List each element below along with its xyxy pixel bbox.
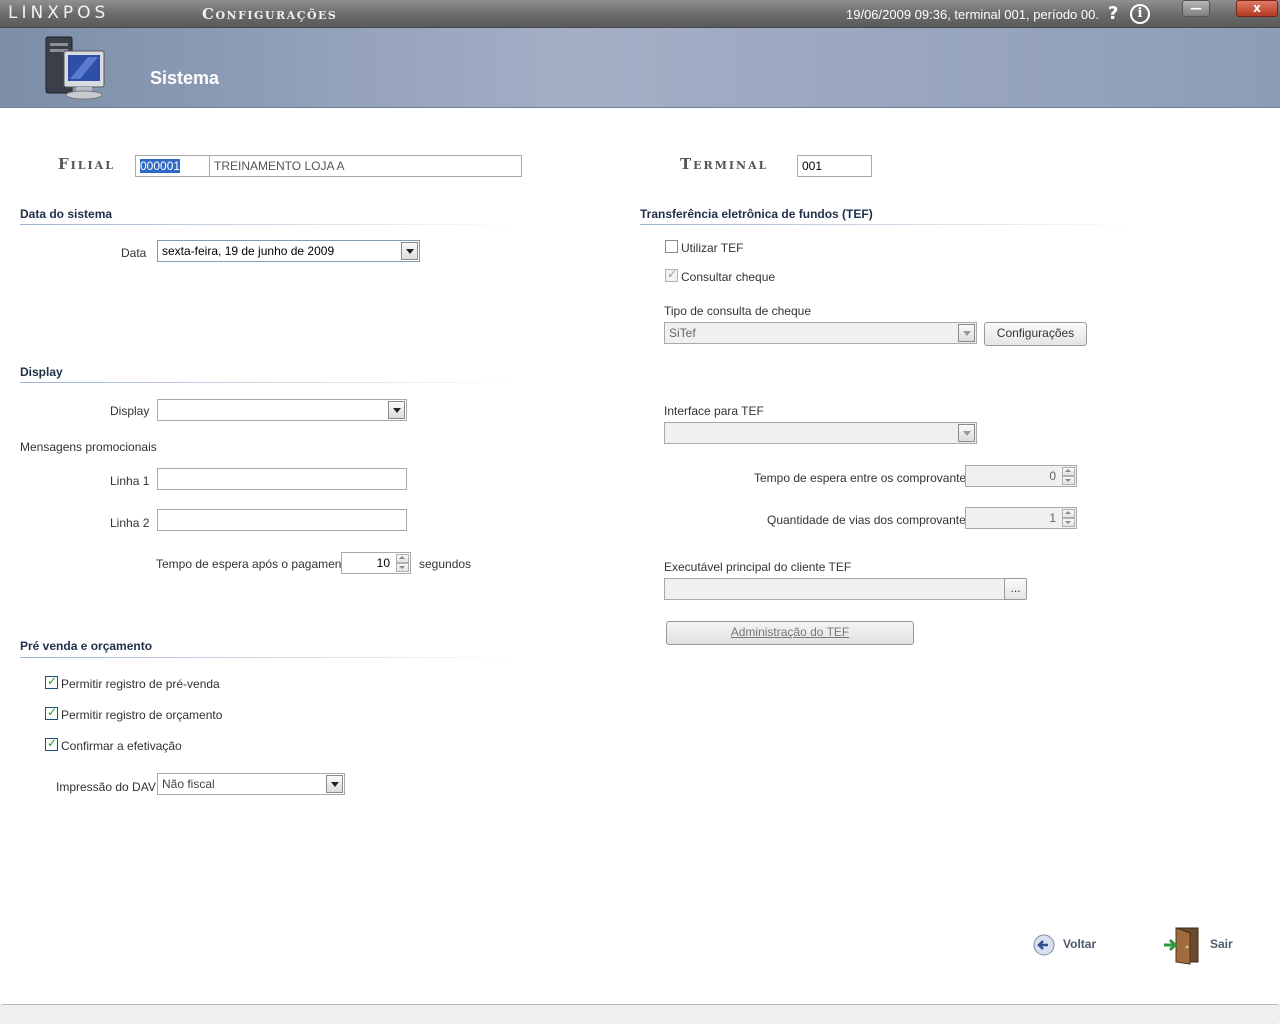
sair-button[interactable]: Sair xyxy=(1162,925,1242,965)
orcamento-label: Permitir registro de orçamento xyxy=(61,708,223,722)
data-value: sexta-feira, 19 de junho de 2009 xyxy=(162,244,335,258)
chevron-down-icon[interactable] xyxy=(401,242,418,260)
linha1-field[interactable] xyxy=(157,468,407,490)
configuracoes-button[interactable]: Configurações xyxy=(984,322,1087,346)
section-data-sistema: Data do sistema xyxy=(20,207,113,221)
impressao-label: Impressão do DAV xyxy=(56,780,156,794)
linha2-field[interactable] xyxy=(157,509,407,531)
filial-code-value: 000001 xyxy=(140,159,181,173)
data-date-picker[interactable]: sexta-feira, 19 de junho de 2009 xyxy=(157,240,420,262)
exit-door-icon xyxy=(1164,927,1199,965)
linha2-label: Linha 2 xyxy=(110,516,150,530)
impressao-select[interactable]: Não fiscal xyxy=(157,773,345,795)
vias-comprovantes-label: Quantidade de vias dos comprovantes xyxy=(767,513,972,527)
executavel-label: Executável principal do cliente TEF xyxy=(664,560,852,574)
display-label: Display xyxy=(110,404,150,418)
interface-tef-label: Interface para TEF xyxy=(664,404,764,418)
browse-button[interactable]: ... xyxy=(1004,578,1027,600)
tempo-comprovantes-value: 0 xyxy=(1049,469,1056,483)
title-bar: LINXPOS Configurações 19/06/2009 09:36, … xyxy=(0,0,1280,28)
terminal-label: Terminal xyxy=(680,155,769,173)
section-display: Display xyxy=(20,365,63,379)
section-divider xyxy=(20,657,520,658)
sair-label: Sair xyxy=(1210,937,1233,951)
display-select[interactable] xyxy=(157,399,407,421)
administracao-tef-label: Administração do TEF xyxy=(730,625,850,639)
tempo-comprovantes-stepper[interactable]: 0 xyxy=(965,465,1077,487)
orcamento-checkbox[interactable] xyxy=(45,705,58,720)
utilizar-tef-checkbox[interactable] xyxy=(665,240,678,253)
interface-tef-select[interactable] xyxy=(664,422,977,444)
back-arrow-icon xyxy=(1033,934,1055,956)
impressao-value: Não fiscal xyxy=(162,777,215,791)
close-button[interactable]: x xyxy=(1236,0,1278,17)
data-label: Data xyxy=(121,246,147,260)
info-icon[interactable]: i xyxy=(1130,4,1150,24)
tipo-consulta-value: SiTef xyxy=(669,326,696,340)
linha1-label: Linha 1 xyxy=(110,474,150,488)
tipo-consulta-select[interactable]: SiTef xyxy=(664,322,977,344)
page-title: Sistema xyxy=(150,68,220,88)
consultar-cheque-label: Consultar cheque xyxy=(681,270,776,284)
confirmar-label: Confirmar a efetivação xyxy=(61,739,182,753)
computer-icon xyxy=(45,36,105,100)
app-title: Configurações xyxy=(202,5,338,23)
question-icon[interactable]: ? xyxy=(1108,3,1118,24)
chevron-down-icon[interactable] xyxy=(958,324,975,342)
session-status: 19/06/2009 09:36, terminal 001, período … xyxy=(846,7,1099,22)
status-bar xyxy=(0,1004,1280,1024)
spin-up-icon[interactable] xyxy=(1062,509,1075,518)
executavel-field[interactable] xyxy=(664,578,1006,600)
filial-code-field[interactable]: 000001 xyxy=(135,155,210,177)
section-divider xyxy=(20,382,520,383)
spin-up-icon[interactable] xyxy=(1062,467,1075,476)
spin-down-icon[interactable] xyxy=(396,563,409,572)
utilizar-tef-label: Utilizar TEF xyxy=(681,241,744,255)
pre-venda-checkbox[interactable] xyxy=(45,674,58,689)
minimize-button[interactable]: — xyxy=(1182,0,1210,17)
chevron-down-icon[interactable] xyxy=(958,424,975,442)
tempo-pagamento-value: 10 xyxy=(376,556,390,570)
app-brand: LINXPOS xyxy=(8,3,110,23)
tempo-pagamento-stepper[interactable]: 10 xyxy=(341,552,411,574)
filial-name-field: TREINAMENTO LOJA A xyxy=(209,155,522,177)
spin-down-icon[interactable] xyxy=(1062,476,1075,485)
administracao-tef-button[interactable]: Administração do TEF xyxy=(666,621,914,645)
vias-comprovantes-stepper[interactable]: 1 xyxy=(965,507,1077,529)
page-banner: Sistema xyxy=(0,28,1280,108)
consultar-cheque-checkbox[interactable] xyxy=(665,267,678,282)
chevron-down-icon[interactable] xyxy=(326,775,343,793)
section-divider xyxy=(640,224,1140,225)
section-tef: Transferência eletrônica de fundos (TEF) xyxy=(640,207,873,221)
tipo-consulta-label: Tipo de consulta de cheque xyxy=(664,304,811,318)
voltar-label: Voltar xyxy=(1063,937,1097,951)
spin-down-icon[interactable] xyxy=(1062,518,1075,527)
voltar-button[interactable]: Voltar xyxy=(1033,933,1103,957)
spin-up-icon[interactable] xyxy=(396,554,409,563)
chevron-down-icon[interactable] xyxy=(388,401,405,419)
tempo-pagamento-unit: segundos xyxy=(419,557,472,571)
section-divider xyxy=(20,224,520,225)
vias-comprovantes-value: 1 xyxy=(1049,511,1056,525)
tempo-comprovantes-label: Tempo de espera entre os comprovantes xyxy=(754,471,973,485)
terminal-field[interactable]: 001 xyxy=(797,155,872,177)
filial-label: Filial xyxy=(58,155,115,173)
pre-venda-label: Permitir registro de pré-venda xyxy=(61,677,220,691)
tempo-pagamento-label: Tempo de espera após o pagamento xyxy=(156,557,352,571)
confirmar-checkbox[interactable] xyxy=(45,736,58,751)
section-pre-venda: Pré venda e orçamento xyxy=(20,639,153,653)
mensagens-label: Mensagens promocionais xyxy=(20,440,157,454)
